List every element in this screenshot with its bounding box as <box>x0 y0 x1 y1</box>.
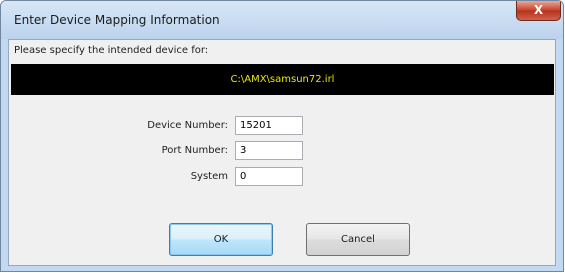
system-field[interactable]: 0 <box>235 167 303 186</box>
port-number-label: Port Number: <box>161 145 228 156</box>
close-button[interactable]: X <box>516 1 561 21</box>
device-number-label: Device Number: <box>147 120 228 131</box>
device-number-field[interactable]: 15201 <box>235 116 303 135</box>
device-mapping-dialog: Enter Device Mapping Information X Pleas… <box>0 0 564 272</box>
title-bar[interactable]: Enter Device Mapping Information X <box>1 1 563 39</box>
dialog-body: Please specify the intended device for: … <box>8 39 556 266</box>
close-icon: X <box>533 3 544 17</box>
prompt-text: Please specify the intended device for: <box>14 45 209 56</box>
ok-button[interactable]: OK <box>169 223 273 256</box>
dialog-title: Enter Device Mapping Information <box>14 13 220 27</box>
cancel-button[interactable]: Cancel <box>306 223 410 256</box>
file-path-bar: C:\AMX\samsun72.irl <box>11 64 554 95</box>
system-label: System <box>190 171 228 182</box>
file-path: C:\AMX\samsun72.irl <box>230 74 335 85</box>
port-number-field[interactable]: 3 <box>235 141 303 160</box>
